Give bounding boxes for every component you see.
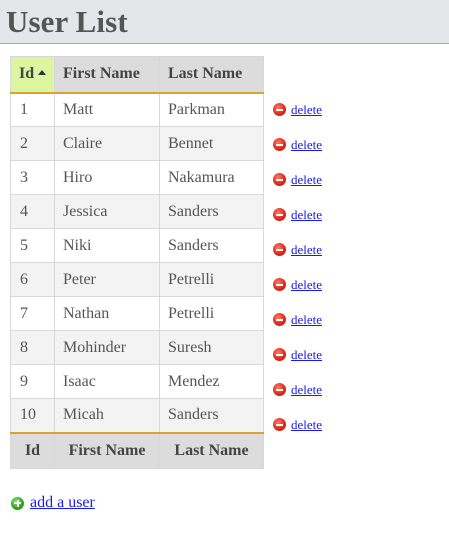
page-header: User List xyxy=(0,0,449,44)
cell-first-name: Hiro xyxy=(54,160,160,195)
table-row: 7 Nathan Petrelli xyxy=(10,296,264,331)
cell-id: 4 xyxy=(10,194,55,229)
cell-first-name: Isaac xyxy=(54,364,160,399)
cell-id: 7 xyxy=(10,296,55,331)
delete-link[interactable]: delete xyxy=(291,207,322,223)
delete-link[interactable]: delete xyxy=(291,277,322,293)
user-table: Id First Name Last Name 1 Matt Parkman 2 Cla… xyxy=(10,56,264,469)
cell-last-name: Bennet xyxy=(159,126,264,161)
cell-last-name: Petrelli xyxy=(159,296,264,331)
cell-first-name: Mohinder xyxy=(54,330,160,365)
add-icon[interactable] xyxy=(11,496,24,510)
delete-action[interactable]: delete xyxy=(273,92,373,127)
cell-id: 3 xyxy=(10,160,55,195)
table-header-row: Id First Name Last Name xyxy=(10,56,264,94)
table-row: 4 Jessica Sanders xyxy=(10,194,264,229)
cell-last-name: Sanders xyxy=(159,194,264,229)
cell-last-name: Petrelli xyxy=(159,262,264,297)
cell-first-name: Micah xyxy=(54,398,160,433)
cell-last-name: Sanders xyxy=(159,228,264,263)
footer-first-name: First Name xyxy=(54,431,160,469)
cell-last-name: Suresh xyxy=(159,330,264,365)
delete-icon[interactable] xyxy=(273,348,286,361)
column-header-first-name[interactable]: First Name xyxy=(54,56,160,94)
table-body: 1 Matt Parkman 2 Claire Bennet 3 Hiro Nakamura 4 J… xyxy=(10,92,264,433)
table-footer-row: Id First Name Last Name xyxy=(10,431,264,469)
delete-icon[interactable] xyxy=(273,138,286,151)
column-header-id[interactable]: Id xyxy=(10,56,55,94)
cell-id: 10 xyxy=(10,398,55,433)
delete-link[interactable]: delete xyxy=(291,172,322,188)
column-header-label: First Name xyxy=(63,65,140,83)
cell-first-name: Claire xyxy=(54,126,160,161)
column-header-label: Last Name xyxy=(168,65,243,83)
table-row: 3 Hiro Nakamura xyxy=(10,160,264,195)
delete-icon[interactable] xyxy=(273,243,286,256)
delete-icon[interactable] xyxy=(273,313,286,326)
column-header-label: Id xyxy=(19,65,35,83)
sort-ascending-icon xyxy=(38,70,47,76)
delete-icon[interactable] xyxy=(273,173,286,186)
table-header: Id First Name Last Name xyxy=(10,56,264,94)
cell-first-name: Peter xyxy=(54,262,160,297)
table-row: 10 Micah Sanders xyxy=(10,398,264,433)
delete-icon[interactable] xyxy=(273,383,286,396)
table-row: 1 Matt Parkman xyxy=(10,92,264,127)
delete-action[interactable]: delete xyxy=(273,232,373,267)
cell-id: 6 xyxy=(10,262,55,297)
cell-last-name: Sanders xyxy=(159,398,264,433)
table-row: 5 Niki Sanders xyxy=(10,228,264,263)
table-row: 9 Isaac Mendez xyxy=(10,364,264,399)
cell-id: 9 xyxy=(10,364,55,399)
delete-action[interactable]: delete xyxy=(273,197,373,232)
cell-first-name: Nathan xyxy=(54,296,160,331)
delete-link[interactable]: delete xyxy=(291,347,322,363)
delete-action[interactable]: delete xyxy=(273,162,373,197)
delete-icon[interactable] xyxy=(273,278,286,291)
table-footer: Id First Name Last Name xyxy=(10,431,264,469)
delete-link[interactable]: delete xyxy=(291,417,322,433)
cell-id: 2 xyxy=(10,126,55,161)
delete-actions: delete delete delete delete delete delete dele… xyxy=(273,92,373,442)
table-row: 8 Mohinder Suresh xyxy=(10,330,264,365)
cell-last-name: Mendez xyxy=(159,364,264,399)
delete-action[interactable]: delete xyxy=(273,127,373,162)
delete-action[interactable]: delete xyxy=(273,302,373,337)
cell-first-name: Matt xyxy=(54,92,160,127)
cell-first-name: Jessica xyxy=(54,194,160,229)
table-row: 6 Peter Petrelli xyxy=(10,262,264,297)
footer-last-name: Last Name xyxy=(159,431,264,469)
delete-action[interactable]: delete xyxy=(273,372,373,407)
cell-last-name: Nakamura xyxy=(159,160,264,195)
delete-link[interactable]: delete xyxy=(291,312,322,328)
cell-id: 1 xyxy=(10,92,55,127)
delete-link[interactable]: delete xyxy=(291,242,322,258)
table-row: 2 Claire Bennet xyxy=(10,126,264,161)
cell-id: 8 xyxy=(10,330,55,365)
delete-link[interactable]: delete xyxy=(291,137,322,153)
delete-action[interactable]: delete xyxy=(273,267,373,302)
column-header-last-name[interactable]: Last Name xyxy=(159,56,264,94)
delete-icon[interactable] xyxy=(273,208,286,221)
delete-link[interactable]: delete xyxy=(291,382,322,398)
cell-id: 5 xyxy=(10,228,55,263)
footer-id: Id xyxy=(10,431,55,469)
add-user-action[interactable]: add a user xyxy=(11,494,95,512)
delete-action[interactable]: delete xyxy=(273,407,373,442)
add-user-link[interactable]: add a user xyxy=(30,494,95,512)
user-table-container: Id First Name Last Name 1 Matt Parkman 2 Cla… xyxy=(10,56,264,469)
cell-last-name: Parkman xyxy=(159,92,264,127)
delete-link[interactable]: delete xyxy=(291,102,322,118)
delete-icon[interactable] xyxy=(273,103,286,116)
page-title: User List xyxy=(6,4,128,39)
cell-first-name: Niki xyxy=(54,228,160,263)
delete-action[interactable]: delete xyxy=(273,337,373,372)
delete-icon[interactable] xyxy=(273,418,286,431)
